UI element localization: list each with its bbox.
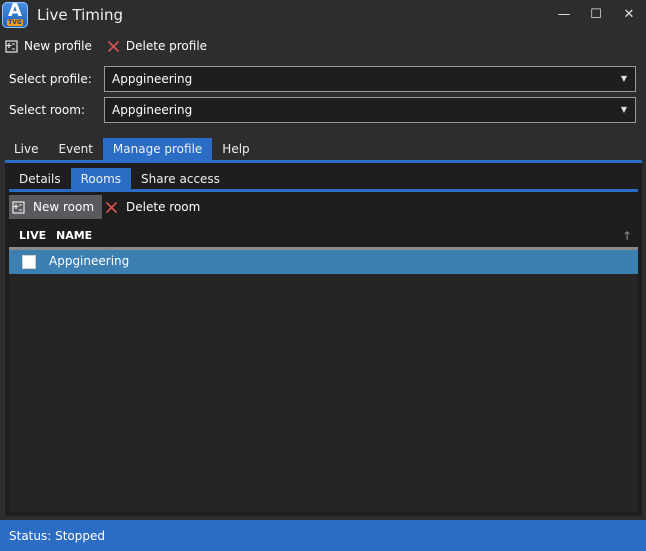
delete-profile-label: Delete profile bbox=[125, 39, 208, 53]
new-room-label: New room bbox=[33, 200, 95, 214]
new-profile-label: New profile bbox=[24, 39, 92, 53]
x-icon bbox=[107, 40, 120, 53]
room-label: Select room: bbox=[9, 103, 85, 117]
room-select-value: Appgineering bbox=[112, 103, 193, 117]
arrow-up-icon: 🡑 bbox=[624, 229, 630, 242]
tab-live[interactable]: Live bbox=[5, 138, 49, 160]
profile-select-value: Appgineering bbox=[112, 72, 193, 86]
add-document-icon bbox=[5, 39, 18, 53]
room-select[interactable]: Appgineering ▼ bbox=[104, 97, 636, 123]
rooms-grid: LIVE NAME 🡑 Appgineering bbox=[9, 223, 638, 512]
sub-tab-strip: Details Rooms Share access bbox=[9, 168, 230, 190]
column-header-name[interactable]: NAME bbox=[56, 229, 92, 242]
app-logo-badge: TVG bbox=[7, 19, 23, 26]
profile-toolbar: New profile Delete profile bbox=[0, 36, 217, 56]
tab-rooms[interactable]: Rooms bbox=[70, 168, 132, 190]
delete-room-label: Delete room bbox=[126, 200, 201, 214]
room-name-cell: Appgineering bbox=[49, 254, 130, 268]
live-checkbox[interactable] bbox=[22, 255, 36, 269]
minimize-button[interactable]: — bbox=[552, 4, 576, 26]
triangle-down-icon: ▼ bbox=[620, 74, 627, 83]
tab-event[interactable]: Event bbox=[49, 138, 103, 160]
column-header-live[interactable]: LIVE bbox=[19, 229, 46, 242]
room-selector-row: Select room: Appgineering ▼ bbox=[9, 97, 639, 123]
profile-label: Select profile: bbox=[9, 72, 92, 86]
profile-select[interactable]: Appgineering ▼ bbox=[104, 66, 636, 92]
x-icon bbox=[105, 201, 118, 214]
main-tab-strip: Live Event Manage profile Help bbox=[5, 138, 260, 160]
sub-tab-underline bbox=[9, 189, 638, 192]
tab-help[interactable]: Help bbox=[212, 138, 259, 160]
delete-profile-button[interactable]: Delete profile bbox=[102, 36, 207, 56]
grid-header: LIVE NAME 🡑 bbox=[9, 223, 638, 250]
status-text: Status: Stopped bbox=[9, 529, 105, 543]
profile-selector-row: Select profile: Appgineering ▼ bbox=[9, 66, 639, 92]
close-button[interactable]: ✕ bbox=[617, 4, 641, 26]
add-document-icon bbox=[12, 200, 25, 214]
maximize-button[interactable]: ☐ bbox=[584, 4, 608, 26]
tab-share-access[interactable]: Share access bbox=[131, 168, 230, 190]
title-bar: A TVG Live Timing — ☐ ✕ bbox=[0, 0, 646, 32]
new-profile-button[interactable]: New profile bbox=[0, 36, 92, 56]
tab-details[interactable]: Details bbox=[9, 168, 71, 190]
room-toolbar: New room Delete room bbox=[9, 195, 638, 219]
app-logo-letter: A bbox=[8, 0, 22, 21]
triangle-down-icon: ▼ bbox=[620, 105, 627, 114]
table-row[interactable]: Appgineering bbox=[9, 250, 638, 274]
app-logo-icon: A TVG bbox=[2, 0, 28, 28]
new-room-button[interactable]: New room bbox=[9, 195, 103, 219]
main-window: A TVG Live Timing — ☐ ✕ New profile Dele… bbox=[0, 0, 646, 551]
manage-profile-panel: Details Rooms Share access New room Dele… bbox=[5, 163, 642, 516]
status-bar: Status: Stopped bbox=[0, 520, 646, 551]
window-title: Live Timing bbox=[37, 6, 124, 24]
tab-manage-profile[interactable]: Manage profile bbox=[102, 138, 213, 160]
delete-room-button[interactable]: Delete room bbox=[102, 195, 208, 219]
